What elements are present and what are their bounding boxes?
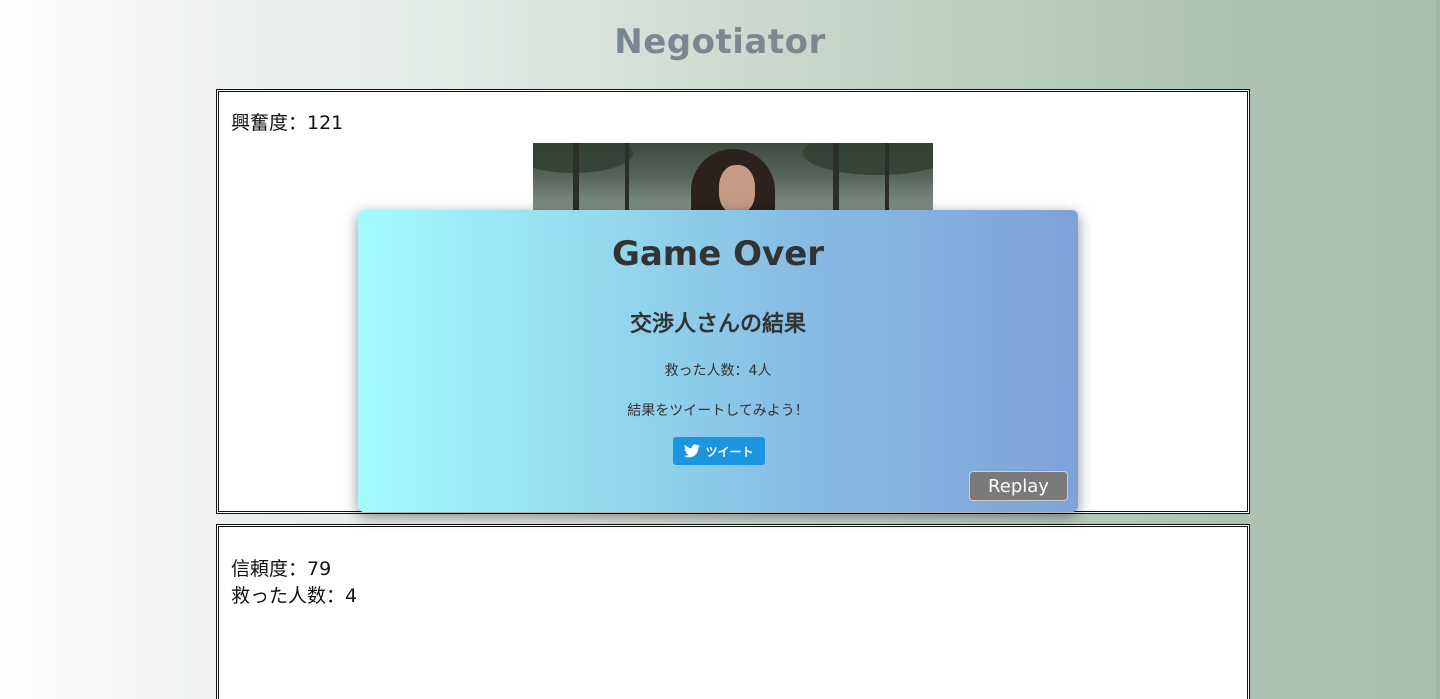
tree-canopy [803,143,933,175]
tweet-prompt: 結果をツイートしてみよう！ [627,403,809,419]
twitter-bird-icon [684,444,701,458]
tree-canopy [533,143,633,173]
game-over-modal: Game Over 交渉人さんの結果 救った人数：4人 結果をツイートしてみよう… [358,210,1078,512]
tweet-button-label: ツイート [705,444,754,459]
result-saved-count: 救った人数：4人 [664,363,772,379]
replay-button[interactable]: Replay [969,471,1068,501]
app-title: Negotiator [0,22,1440,62]
person-face [719,165,755,213]
page-edge-shade [1436,0,1440,699]
trust-stat: 信頼度：79 [231,558,332,580]
game-over-title: Game Over [611,234,825,274]
tweet-button[interactable]: ツイート [673,437,765,465]
excitement-stat: 興奮度：121 [231,112,344,134]
status-panel: 信頼度：79 救った人数：4 [216,524,1250,699]
result-heading: 交渉人さんの結果 [629,312,806,337]
saved-count-stat: 救った人数：4 [231,585,358,607]
